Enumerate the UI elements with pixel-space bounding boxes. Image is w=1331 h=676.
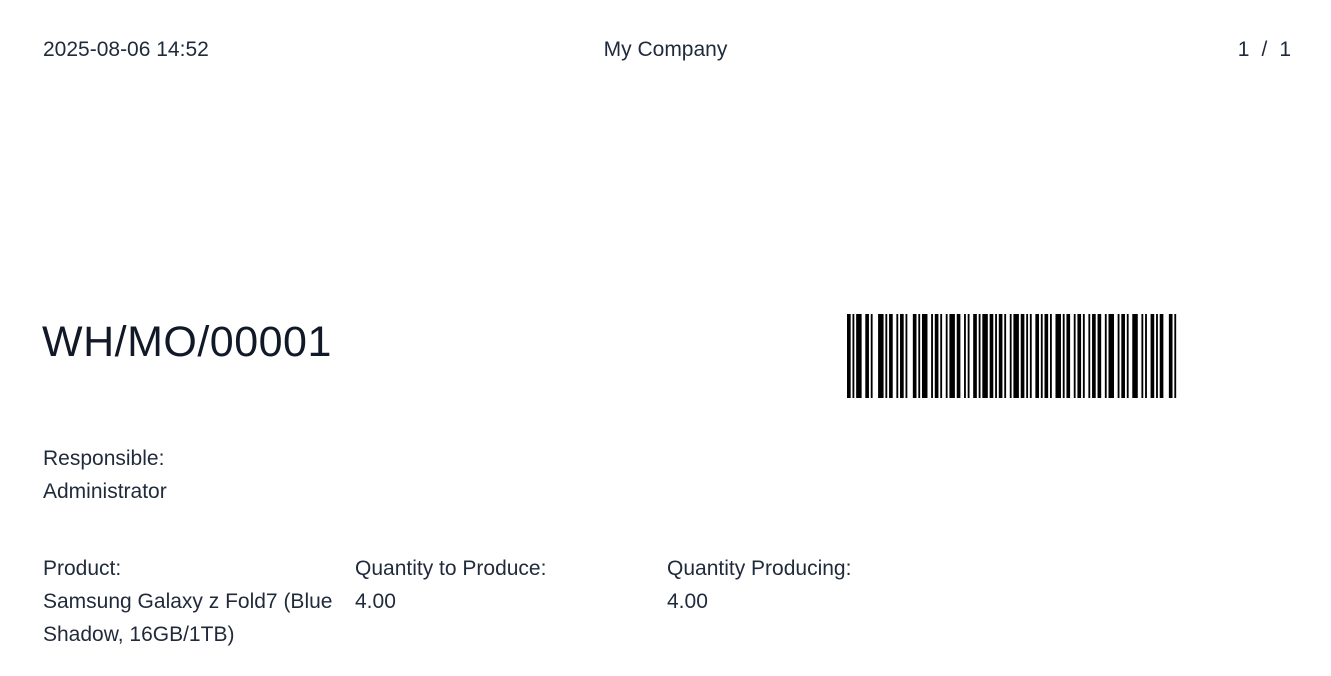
barcode-bar [978, 314, 981, 398]
barcode-bar [1013, 314, 1019, 398]
barcode-bar [1168, 314, 1173, 398]
barcode-bar [1126, 314, 1129, 398]
barcode-bar [1049, 314, 1052, 398]
barcode-bar [995, 314, 997, 398]
barcode-bar [945, 314, 948, 398]
responsible-value: Administrator [43, 480, 167, 503]
barcode-bar [852, 314, 855, 398]
barcode-bar [934, 314, 939, 398]
barcode-bar [1104, 314, 1107, 398]
barcode-bar [973, 314, 977, 398]
page-counter: 1 / 1 [1238, 36, 1291, 64]
barcode-bar [1044, 314, 1049, 398]
barcode-bar [1132, 314, 1138, 398]
barcode-bar [1108, 314, 1114, 398]
barcode-bar [1121, 314, 1125, 398]
barcode-bar [865, 314, 869, 398]
barcode-bar [982, 314, 988, 398]
barcode-bar [1077, 314, 1082, 398]
barcode-bar [1150, 314, 1155, 398]
product-value: Samsung Galaxy z Fold7 (Blue Shadow, 16G… [43, 590, 333, 646]
document-reference: WH/MO/00001 [42, 318, 332, 366]
barcode-bar [878, 314, 884, 398]
barcode-bar [1029, 314, 1032, 398]
barcode-bar [889, 314, 893, 398]
barcode-bar [964, 314, 966, 398]
barcode-bar [870, 314, 873, 398]
barcode-bar [1159, 314, 1164, 398]
responsible-field: Responsible: Administrator [43, 442, 343, 508]
barcode-bar [1174, 314, 1177, 398]
barcode-bar [918, 314, 921, 398]
barcode-bar [847, 314, 851, 398]
barcode-bar [885, 314, 888, 398]
barcode-bar [1066, 314, 1071, 398]
barcode-bar [1020, 314, 1025, 398]
quantity-to-produce-field: Quantity to Produce: 4.00 [355, 552, 655, 618]
barcode-bar [956, 314, 961, 398]
quantity-to-produce-label: Quantity to Produce: [355, 557, 547, 580]
barcode-bar [896, 314, 899, 398]
barcode-bar [1073, 314, 1076, 398]
barcode-bar [1117, 314, 1120, 398]
quantity-producing-label: Quantity Producing: [667, 557, 852, 580]
barcode-bar [949, 314, 955, 398]
page-separator: / [1261, 38, 1268, 61]
barcode-bar [856, 314, 862, 398]
barcode-bar [931, 314, 933, 398]
barcode-bar [1141, 314, 1144, 398]
barcode-bar [921, 314, 928, 398]
page-current: 1 [1237, 38, 1250, 61]
barcode-bar [1082, 314, 1085, 398]
barcode-bar [900, 314, 904, 398]
barcode-bar [1040, 314, 1043, 398]
barcode-bar [1062, 314, 1065, 398]
quantity-producing-field: Quantity Producing: 4.00 [667, 552, 967, 618]
barcode-bar [998, 314, 1003, 398]
product-label: Product: [43, 557, 122, 580]
barcode-bar [1035, 314, 1040, 398]
barcode-bar [1156, 314, 1158, 398]
responsible-label: Responsible: [43, 447, 165, 470]
page-total: 1 [1279, 38, 1291, 61]
barcode-bar [1055, 314, 1061, 398]
company-name: My Company [603, 38, 728, 61]
barcode-bar [905, 314, 908, 398]
barcode-bar [967, 314, 970, 398]
barcode-bar [1088, 314, 1091, 398]
barcode-bar [1092, 314, 1096, 398]
barcode-bar [989, 314, 994, 398]
barcode-bar [1026, 314, 1029, 398]
quantity-to-produce-value: 4.00 [355, 590, 396, 613]
barcode-bar [1097, 314, 1102, 398]
quantity-producing-value: 4.00 [667, 590, 708, 613]
barcode-bar [940, 314, 943, 398]
barcode-bar [1004, 314, 1007, 398]
barcode-bar [1009, 314, 1012, 398]
barcode-bar [912, 314, 917, 398]
barcode-image [847, 314, 1177, 398]
barcode-bar [1145, 314, 1147, 398]
product-field: Product: Samsung Galaxy z Fold7 (Blue Sh… [43, 552, 338, 651]
